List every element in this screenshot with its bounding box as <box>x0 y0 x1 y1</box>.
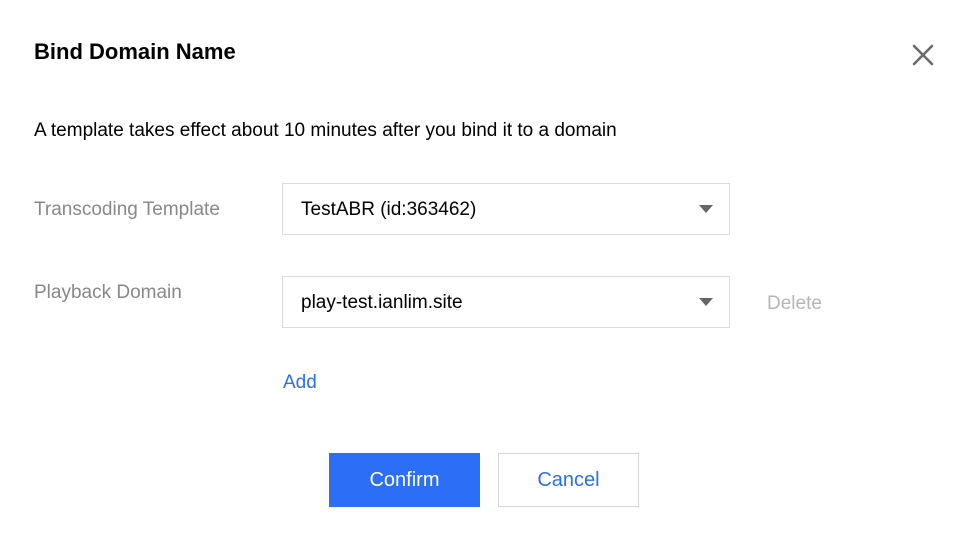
confirm-button[interactable]: Confirm <box>329 453 480 507</box>
playback-domain-value: play-test.ianlim.site <box>301 292 463 313</box>
cancel-button[interactable]: Cancel <box>498 453 639 507</box>
playback-domain-label: Playback Domain <box>34 282 182 303</box>
dropdown-arrow-icon <box>699 205 713 213</box>
close-icon[interactable] <box>908 40 938 70</box>
playback-domain-select[interactable]: play-test.ianlim.site <box>282 276 730 328</box>
transcoding-template-select[interactable]: TestABR (id:363462) <box>282 183 730 235</box>
transcoding-template-value: TestABR (id:363462) <box>301 199 477 220</box>
bind-domain-dialog: Bind Domain Name A template takes effect… <box>0 0 964 542</box>
dialog-title: Bind Domain Name <box>34 39 236 64</box>
add-domain-link[interactable]: Add <box>283 370 317 396</box>
delete-domain-button[interactable]: Delete <box>767 291 822 317</box>
dialog-description: A template takes effect about 10 minutes… <box>34 120 617 141</box>
transcoding-template-label: Transcoding Template <box>34 199 220 220</box>
dropdown-arrow-icon <box>699 298 713 306</box>
